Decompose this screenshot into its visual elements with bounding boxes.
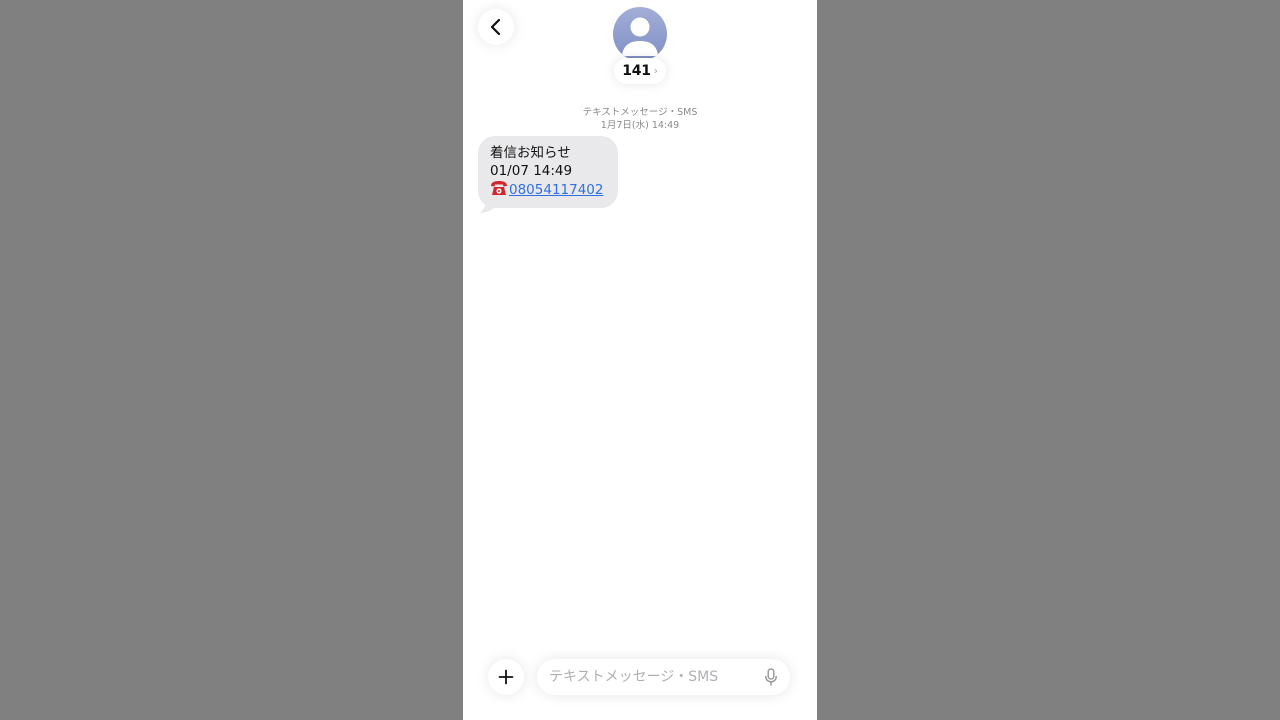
message-phone-line: 08054117402 (490, 180, 606, 199)
plus-icon (498, 669, 514, 685)
message-text-line: 01/07 14:49 (490, 163, 573, 179)
contact-name-button[interactable]: 141 › (614, 58, 666, 84)
chevron-left-icon (490, 18, 501, 36)
message-type-label: テキストメッセージ・SMS (582, 107, 698, 118)
phone-number-link[interactable]: 08054117402 (509, 182, 603, 198)
person-silhouette-icon (622, 17, 658, 56)
incoming-message-bubble[interactable]: 着信お知らせ 01/07 14:49 08054117402 (478, 136, 618, 208)
telephone-emoji-icon (491, 181, 507, 195)
message-text-line: 着信お知らせ (490, 145, 571, 161)
back-button[interactable] (478, 9, 514, 45)
chevron-right-icon: › (653, 65, 658, 77)
message-input[interactable] (549, 669, 762, 685)
contact-avatar[interactable] (613, 7, 667, 61)
message-input-container[interactable] (537, 659, 790, 695)
message-date-label: 1月7日(水) 14:49 (600, 120, 680, 131)
contact-name: 141 (622, 63, 651, 79)
microphone-icon[interactable] (762, 668, 780, 686)
add-attachment-button[interactable] (488, 659, 524, 695)
